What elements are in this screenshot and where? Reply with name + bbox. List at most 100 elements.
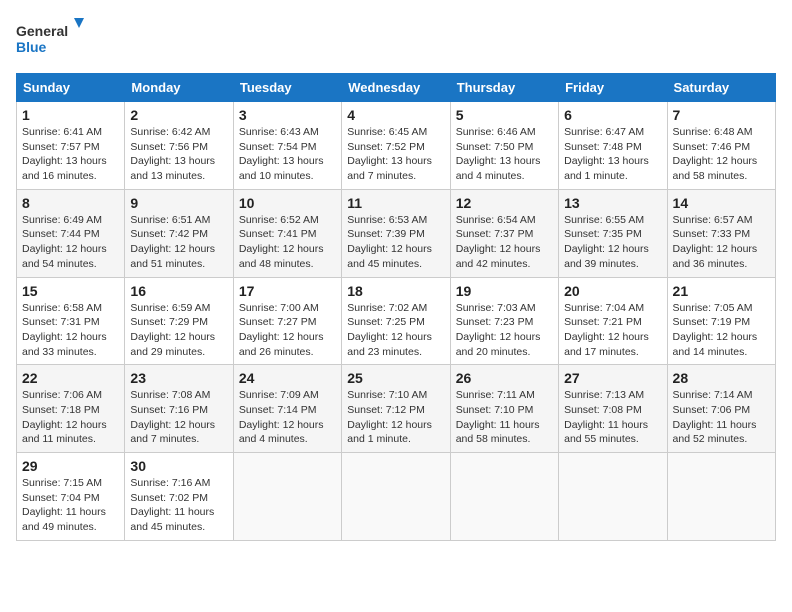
calendar-cell: 4 Sunrise: 6:45 AM Sunset: 7:52 PM Dayli… [342, 102, 450, 190]
calendar-cell: 14 Sunrise: 6:57 AM Sunset: 7:33 PM Dayl… [667, 189, 775, 277]
calendar-cell: 22 Sunrise: 7:06 AM Sunset: 7:18 PM Dayl… [17, 365, 125, 453]
day-number: 30 [130, 458, 227, 474]
calendar-cell: 25 Sunrise: 7:10 AM Sunset: 7:12 PM Dayl… [342, 365, 450, 453]
day-info: Sunrise: 6:59 AM Sunset: 7:29 PM Dayligh… [130, 302, 215, 358]
calendar-cell: 27 Sunrise: 7:13 AM Sunset: 7:08 PM Dayl… [559, 365, 667, 453]
day-info: Sunrise: 6:52 AM Sunset: 7:41 PM Dayligh… [239, 214, 324, 270]
calendar-cell: 1 Sunrise: 6:41 AM Sunset: 7:57 PM Dayli… [17, 102, 125, 190]
calendar-cell: 23 Sunrise: 7:08 AM Sunset: 7:16 PM Dayl… [125, 365, 233, 453]
calendar-cell [667, 453, 775, 541]
day-info: Sunrise: 7:11 AM Sunset: 7:10 PM Dayligh… [456, 389, 540, 445]
calendar-cell: 21 Sunrise: 7:05 AM Sunset: 7:19 PM Dayl… [667, 277, 775, 365]
day-number: 10 [239, 195, 336, 211]
col-header-wednesday: Wednesday [342, 74, 450, 102]
day-info: Sunrise: 6:53 AM Sunset: 7:39 PM Dayligh… [347, 214, 432, 270]
svg-text:Blue: Blue [16, 39, 47, 55]
day-info: Sunrise: 6:45 AM Sunset: 7:52 PM Dayligh… [347, 126, 432, 182]
day-info: Sunrise: 7:10 AM Sunset: 7:12 PM Dayligh… [347, 389, 432, 445]
calendar-cell: 7 Sunrise: 6:48 AM Sunset: 7:46 PM Dayli… [667, 102, 775, 190]
day-info: Sunrise: 7:05 AM Sunset: 7:19 PM Dayligh… [673, 302, 758, 358]
calendar-cell: 16 Sunrise: 6:59 AM Sunset: 7:29 PM Dayl… [125, 277, 233, 365]
day-number: 14 [673, 195, 770, 211]
day-number: 15 [22, 283, 119, 299]
calendar-cell: 2 Sunrise: 6:42 AM Sunset: 7:56 PM Dayli… [125, 102, 233, 190]
col-header-saturday: Saturday [667, 74, 775, 102]
day-info: Sunrise: 6:55 AM Sunset: 7:35 PM Dayligh… [564, 214, 649, 270]
day-info: Sunrise: 6:54 AM Sunset: 7:37 PM Dayligh… [456, 214, 541, 270]
calendar-header-row: SundayMondayTuesdayWednesdayThursdayFrid… [17, 74, 776, 102]
calendar-cell: 5 Sunrise: 6:46 AM Sunset: 7:50 PM Dayli… [450, 102, 558, 190]
calendar-cell [559, 453, 667, 541]
calendar-cell: 11 Sunrise: 6:53 AM Sunset: 7:39 PM Dayl… [342, 189, 450, 277]
day-number: 13 [564, 195, 661, 211]
calendar-cell: 19 Sunrise: 7:03 AM Sunset: 7:23 PM Dayl… [450, 277, 558, 365]
day-number: 2 [130, 107, 227, 123]
day-info: Sunrise: 7:06 AM Sunset: 7:18 PM Dayligh… [22, 389, 107, 445]
calendar-week-4: 22 Sunrise: 7:06 AM Sunset: 7:18 PM Dayl… [17, 365, 776, 453]
svg-text:General: General [16, 23, 68, 39]
col-header-thursday: Thursday [450, 74, 558, 102]
col-header-sunday: Sunday [17, 74, 125, 102]
day-info: Sunrise: 7:03 AM Sunset: 7:23 PM Dayligh… [456, 302, 541, 358]
calendar-week-3: 15 Sunrise: 6:58 AM Sunset: 7:31 PM Dayl… [17, 277, 776, 365]
day-number: 7 [673, 107, 770, 123]
calendar-week-1: 1 Sunrise: 6:41 AM Sunset: 7:57 PM Dayli… [17, 102, 776, 190]
day-number: 5 [456, 107, 553, 123]
calendar-cell: 13 Sunrise: 6:55 AM Sunset: 7:35 PM Dayl… [559, 189, 667, 277]
col-header-tuesday: Tuesday [233, 74, 341, 102]
day-number: 20 [564, 283, 661, 299]
day-number: 4 [347, 107, 444, 123]
calendar-cell: 8 Sunrise: 6:49 AM Sunset: 7:44 PM Dayli… [17, 189, 125, 277]
calendar-table: SundayMondayTuesdayWednesdayThursdayFrid… [16, 73, 776, 541]
day-number: 26 [456, 370, 553, 386]
day-number: 19 [456, 283, 553, 299]
day-info: Sunrise: 6:49 AM Sunset: 7:44 PM Dayligh… [22, 214, 107, 270]
calendar-cell: 24 Sunrise: 7:09 AM Sunset: 7:14 PM Dayl… [233, 365, 341, 453]
day-number: 22 [22, 370, 119, 386]
day-number: 23 [130, 370, 227, 386]
day-info: Sunrise: 6:41 AM Sunset: 7:57 PM Dayligh… [22, 126, 107, 182]
page-header: General Blue [16, 16, 776, 61]
calendar-cell: 17 Sunrise: 7:00 AM Sunset: 7:27 PM Dayl… [233, 277, 341, 365]
calendar-cell: 20 Sunrise: 7:04 AM Sunset: 7:21 PM Dayl… [559, 277, 667, 365]
day-number: 8 [22, 195, 119, 211]
day-info: Sunrise: 6:47 AM Sunset: 7:48 PM Dayligh… [564, 126, 649, 182]
day-number: 29 [22, 458, 119, 474]
col-header-friday: Friday [559, 74, 667, 102]
day-number: 17 [239, 283, 336, 299]
day-info: Sunrise: 6:46 AM Sunset: 7:50 PM Dayligh… [456, 126, 541, 182]
day-number: 16 [130, 283, 227, 299]
calendar-cell [233, 453, 341, 541]
calendar-cell: 3 Sunrise: 6:43 AM Sunset: 7:54 PM Dayli… [233, 102, 341, 190]
calendar-cell: 26 Sunrise: 7:11 AM Sunset: 7:10 PM Dayl… [450, 365, 558, 453]
day-number: 3 [239, 107, 336, 123]
day-info: Sunrise: 7:08 AM Sunset: 7:16 PM Dayligh… [130, 389, 215, 445]
day-number: 25 [347, 370, 444, 386]
day-info: Sunrise: 6:48 AM Sunset: 7:46 PM Dayligh… [673, 126, 758, 182]
calendar-cell: 29 Sunrise: 7:15 AM Sunset: 7:04 PM Dayl… [17, 453, 125, 541]
day-info: Sunrise: 7:15 AM Sunset: 7:04 PM Dayligh… [22, 477, 106, 533]
day-number: 28 [673, 370, 770, 386]
day-info: Sunrise: 6:42 AM Sunset: 7:56 PM Dayligh… [130, 126, 215, 182]
calendar-week-5: 29 Sunrise: 7:15 AM Sunset: 7:04 PM Dayl… [17, 453, 776, 541]
day-number: 21 [673, 283, 770, 299]
day-number: 6 [564, 107, 661, 123]
calendar-cell: 9 Sunrise: 6:51 AM Sunset: 7:42 PM Dayli… [125, 189, 233, 277]
day-info: Sunrise: 7:00 AM Sunset: 7:27 PM Dayligh… [239, 302, 324, 358]
col-header-monday: Monday [125, 74, 233, 102]
day-info: Sunrise: 7:13 AM Sunset: 7:08 PM Dayligh… [564, 389, 648, 445]
day-info: Sunrise: 6:58 AM Sunset: 7:31 PM Dayligh… [22, 302, 107, 358]
day-info: Sunrise: 6:51 AM Sunset: 7:42 PM Dayligh… [130, 214, 215, 270]
day-number: 11 [347, 195, 444, 211]
day-info: Sunrise: 7:16 AM Sunset: 7:02 PM Dayligh… [130, 477, 214, 533]
logo-svg: General Blue [16, 16, 86, 61]
calendar-cell: 30 Sunrise: 7:16 AM Sunset: 7:02 PM Dayl… [125, 453, 233, 541]
day-number: 18 [347, 283, 444, 299]
calendar-cell [342, 453, 450, 541]
day-number: 24 [239, 370, 336, 386]
day-number: 27 [564, 370, 661, 386]
calendar-cell: 6 Sunrise: 6:47 AM Sunset: 7:48 PM Dayli… [559, 102, 667, 190]
calendar-cell [450, 453, 558, 541]
calendar-body: 1 Sunrise: 6:41 AM Sunset: 7:57 PM Dayli… [17, 102, 776, 541]
calendar-cell: 10 Sunrise: 6:52 AM Sunset: 7:41 PM Dayl… [233, 189, 341, 277]
